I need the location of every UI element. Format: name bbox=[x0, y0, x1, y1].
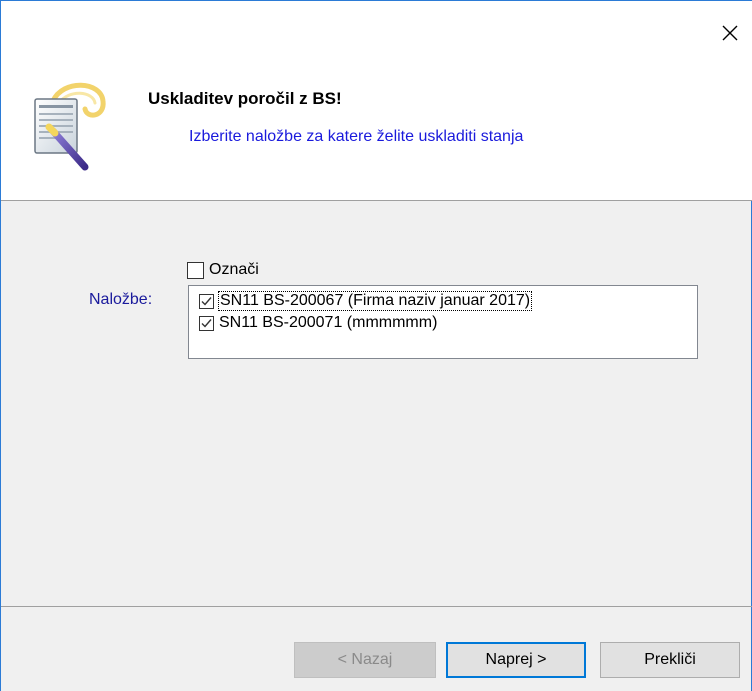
list-item-label: SN11 BS-200071 (mmmmmm) bbox=[219, 314, 438, 331]
back-button[interactable]: < Nazaj bbox=[294, 642, 436, 678]
wizard-subtitle: Izberite naložbe za katere želite usklad… bbox=[189, 128, 524, 145]
close-icon bbox=[722, 25, 738, 41]
checkmark-icon bbox=[201, 296, 212, 306]
list-item-label: SN11 BS-200067 (Firma naziv januar 2017) bbox=[217, 291, 533, 311]
investments-checklist[interactable]: SN11 BS-200067 (Firma naziv januar 2017)… bbox=[188, 285, 698, 359]
list-item[interactable]: SN11 BS-200067 (Firma naziv januar 2017) bbox=[199, 290, 533, 312]
wizard-title: Uskladitev poročil z BS! bbox=[148, 89, 342, 108]
next-button[interactable]: Naprej > bbox=[446, 642, 586, 678]
checkmark-icon bbox=[201, 318, 212, 328]
checkbox-box[interactable] bbox=[187, 261, 204, 279]
close-button[interactable] bbox=[712, 15, 748, 51]
wizard-document-icon bbox=[34, 82, 106, 171]
select-all-checkbox[interactable]: Označi bbox=[187, 259, 259, 281]
wizard-header: Uskladitev poročil z BS! Izberite naložb… bbox=[1, 1, 752, 201]
item-checkbox[interactable] bbox=[199, 293, 214, 309]
wizard-dialog: Uskladitev poročil z BS! Izberite naložb… bbox=[0, 0, 752, 691]
select-all-label: Označi bbox=[209, 261, 259, 278]
footer-divider bbox=[1, 606, 752, 607]
investments-label: Naložbe: bbox=[89, 291, 153, 308]
list-item[interactable]: SN11 BS-200071 (mmmmmm) bbox=[199, 312, 437, 334]
cancel-button[interactable]: Prekliči bbox=[600, 642, 740, 678]
item-checkbox[interactable] bbox=[199, 315, 214, 331]
